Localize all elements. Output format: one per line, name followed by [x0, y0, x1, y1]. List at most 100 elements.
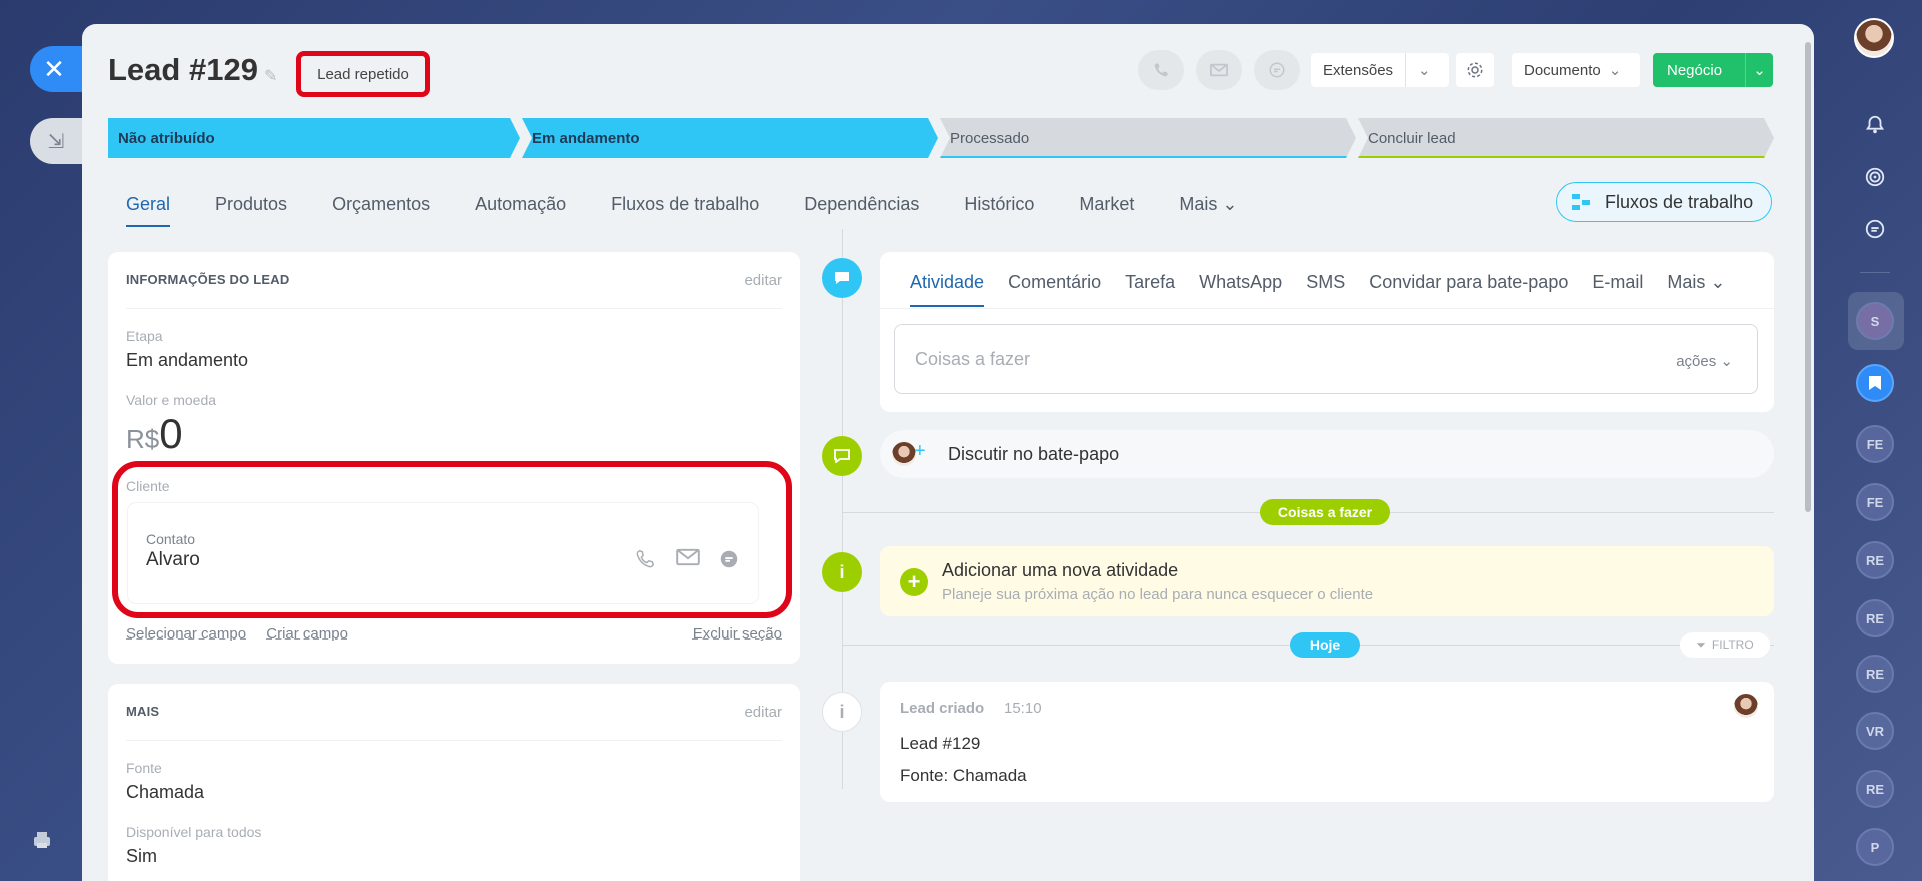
rail-avatar-label: RE	[1865, 610, 1885, 626]
rail-avatar-label: VR	[1865, 723, 1885, 739]
gear-icon	[1467, 62, 1483, 78]
rail-avatar-re[interactable]: RE	[1856, 770, 1894, 808]
add-activity-card[interactable]: + Adicionar uma nova atividade Planeje s…	[880, 546, 1774, 616]
tab-mais[interactable]: Mais ⌄	[1179, 194, 1237, 227]
extensions-label: Extensões	[1323, 61, 1394, 79]
deal-label: Negócio	[1667, 61, 1723, 79]
field-label: Etapa	[126, 328, 163, 344]
tab-market[interactable]: Market	[1079, 194, 1134, 227]
stage-in-progress[interactable]: Em andamento	[522, 118, 938, 158]
repeat-lead-label: Lead repetido	[317, 65, 409, 83]
main-tabs: Geral Produtos Orçamentos Automação Flux…	[126, 194, 1283, 227]
field-label: Disponível para todos	[126, 824, 262, 840]
activity-tab[interactable]: Convidar para bate-papo	[1369, 272, 1568, 307]
amount-number: 0	[159, 410, 183, 457]
rail-avatar-s[interactable]: S	[1856, 302, 1894, 340]
rail-avatar-fe[interactable]: FE	[1856, 483, 1894, 521]
print-icon[interactable]	[30, 828, 54, 852]
edit-title-icon[interactable]: ✎	[264, 66, 277, 86]
chevron-down-icon[interactable]: ⌄	[1405, 53, 1431, 87]
tab-historico[interactable]: Histórico	[964, 194, 1034, 227]
activity-tab[interactable]: SMS	[1306, 272, 1345, 307]
left-rail: ✕ ⇲	[0, 0, 82, 881]
rail-avatar-fe[interactable]: FE	[1856, 425, 1894, 463]
todo-actions-dropdown[interactable]: ações ⌄	[1676, 352, 1733, 370]
entry-title: Lead criado	[900, 700, 985, 717]
minimize-icon: ⇲	[47, 130, 65, 153]
filter-button[interactable]: ⏷ FILTRO	[1680, 632, 1770, 658]
bookmark-icon[interactable]	[1856, 364, 1894, 402]
stage-label: Em andamento	[532, 129, 640, 147]
field-label: Fonte	[126, 760, 162, 776]
todo-input[interactable]: Coisas a fazer ações ⌄	[894, 324, 1758, 394]
amount-value: R$0	[126, 410, 183, 458]
create-field-link[interactable]: Criar campo	[266, 625, 348, 642]
bell-icon[interactable]	[1856, 106, 1894, 144]
discuss-label: Discutir no bate-papo	[948, 444, 1120, 464]
workflow-icon	[1572, 194, 1590, 210]
stage-unassigned[interactable]: Não atribuído	[108, 118, 520, 158]
rail-avatar-vr[interactable]: VR	[1856, 712, 1894, 750]
activity-tab[interactable]: Atividade	[910, 272, 985, 307]
deal-button[interactable]: Negócio ⌄	[1653, 53, 1773, 87]
extensions-button[interactable]: Extensões ⌄	[1311, 53, 1449, 87]
add-icon[interactable]: +	[914, 440, 926, 463]
avatar	[1734, 694, 1758, 718]
mail-icon[interactable]	[1196, 50, 1242, 90]
document-label: Documento	[1524, 61, 1601, 79]
scrollbar[interactable]	[1805, 42, 1811, 512]
plus-icon[interactable]: +	[900, 568, 928, 596]
timeline-entry: Lead criado 15:10 Lead #129 Fonte: Chama…	[880, 682, 1774, 802]
document-button[interactable]: Documento ⌄	[1512, 53, 1640, 87]
rail-avatar-p[interactable]: P	[1856, 828, 1894, 866]
today-pill: Hoje	[1290, 632, 1360, 658]
tab-automacao[interactable]: Automação	[475, 194, 566, 227]
rail-divider	[1860, 272, 1890, 273]
rail-avatar-label: RE	[1865, 781, 1885, 797]
entry-time: 15:10	[1004, 700, 1042, 717]
rail-avatar-re[interactable]: RE	[1856, 541, 1894, 579]
workflows-button[interactable]: Fluxos de trabalho	[1556, 182, 1772, 222]
entry-line: Fonte: Chamada	[900, 766, 1027, 785]
sync-chat-icon[interactable]	[1856, 210, 1894, 248]
target-icon[interactable]	[1856, 158, 1894, 196]
activity-tab[interactable]: Comentário	[1008, 272, 1101, 307]
stage-bar: Não atribuído Em andamento Processado Co…	[108, 118, 1774, 158]
tab-fluxos[interactable]: Fluxos de trabalho	[611, 194, 759, 227]
stage-processed[interactable]: Processado	[940, 118, 1356, 158]
chevron-down-icon[interactable]: ⌄	[1745, 53, 1773, 87]
page-title: Lead #129	[108, 52, 258, 87]
stage-label: Não atribuído	[118, 129, 215, 147]
tab-orcamentos[interactable]: Orçamentos	[332, 194, 430, 227]
tab-dependencias[interactable]: Dependências	[804, 194, 919, 227]
edit-link[interactable]: editar	[744, 272, 782, 289]
chevron-down-icon: ⌄	[1608, 62, 1622, 79]
rail-avatar-re[interactable]: RE	[1856, 655, 1894, 693]
user-avatar[interactable]	[1854, 18, 1894, 58]
chat-icon[interactable]	[1254, 50, 1300, 90]
card-heading: MAIS	[126, 704, 160, 719]
field-value: Em andamento	[126, 350, 249, 370]
minimize-slider-button[interactable]: ⇲	[30, 118, 82, 164]
card-divider	[880, 308, 1774, 309]
discuss-chat-row[interactable]: + Discutir no bate-papo	[880, 430, 1774, 478]
tab-geral[interactable]: Geral	[126, 194, 171, 227]
select-field-link[interactable]: Selecionar campo	[126, 625, 246, 642]
edit-link[interactable]: editar	[744, 704, 782, 721]
settings-button[interactable]	[1456, 53, 1494, 87]
close-slider-button[interactable]: ✕	[30, 46, 82, 92]
rail-avatar-label: RE	[1865, 666, 1885, 682]
chevron-down-icon: ⌄	[1222, 194, 1238, 214]
card-heading: INFORMAÇÕES DO LEAD	[126, 272, 290, 287]
activity-tab-more[interactable]: Mais ⌄	[1667, 272, 1725, 307]
field-label: Valor e moeda	[126, 392, 217, 408]
tab-produtos[interactable]: Produtos	[215, 194, 287, 227]
activity-tab[interactable]: Tarefa	[1125, 272, 1175, 307]
rail-avatar-re[interactable]: RE	[1856, 599, 1894, 637]
activity-tab[interactable]: WhatsApp	[1199, 272, 1282, 307]
stage-finish-lead[interactable]: Concluir lead	[1358, 118, 1774, 158]
delete-section-link[interactable]: Excluir seção	[693, 625, 782, 642]
todo-actions-label: ações	[1676, 353, 1717, 370]
activity-tab[interactable]: E-mail	[1592, 272, 1643, 307]
phone-icon[interactable]	[1138, 50, 1184, 90]
